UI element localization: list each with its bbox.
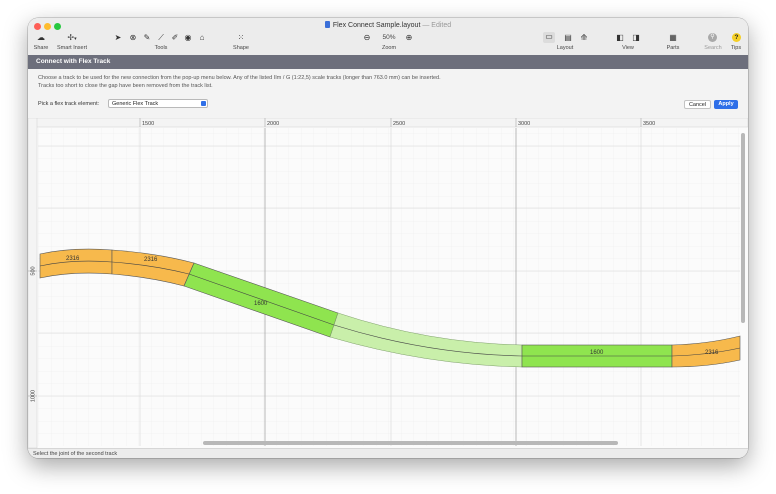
eye-tool-icon[interactable]: ◉ — [184, 33, 192, 42]
apply-button[interactable]: Apply — [714, 100, 738, 109]
zoom-in-icon[interactable]: ⊕ — [405, 33, 413, 42]
chevron-updown-icon — [201, 101, 206, 106]
track-label: 2316 — [144, 257, 158, 263]
track-segment[interactable] — [39, 248, 113, 279]
ruler-label-x: 2500 — [393, 121, 405, 127]
pen-tool-icon[interactable]: ✐ — [171, 33, 179, 42]
horizontal-scrollbar[interactable] — [203, 441, 618, 445]
share-label: Share — [33, 45, 49, 51]
vertical-scrollbar[interactable] — [741, 133, 745, 323]
tools-label: Tools — [154, 45, 168, 51]
flex-track-select[interactable]: Generic Flex Track — [108, 99, 208, 108]
zoom-label: Zoom — [381, 45, 397, 51]
line-tool-icon[interactable]: ⟋ — [157, 33, 165, 42]
smart-insert-icon[interactable]: ✢▾ — [64, 33, 80, 44]
smart-insert-label: Smart Insert — [57, 45, 87, 51]
info-line-2: Tracks too short to close the gap have b… — [38, 83, 213, 89]
document-icon — [324, 21, 330, 28]
ruler-label-x: 1500 — [142, 121, 154, 127]
parts-icon[interactable]: ▦ — [668, 33, 678, 42]
toolbar: Flex Connect Sample.layout — Edited ☁ Sh… — [28, 18, 748, 56]
select-value: Generic Flex Track — [112, 101, 159, 107]
view-label: View — [622, 45, 634, 51]
pick-label: Pick a flex track element: — [38, 101, 100, 107]
info-line-1: Choose a track to be used for the new co… — [38, 75, 441, 81]
building-tool-icon[interactable]: ⌂ — [198, 33, 206, 42]
zoom-out-icon[interactable]: ⊖ — [363, 33, 371, 42]
panel-info: Choose a track to be used for the new co… — [38, 74, 738, 90]
search-icon[interactable]: ⚲ — [708, 33, 717, 42]
status-bar: Select the joint of the second track — [28, 448, 748, 458]
track-label: 2316 — [66, 256, 80, 262]
track-label: 1600 — [254, 301, 268, 307]
window-title: Flex Connect Sample.layout — Edited — [28, 21, 748, 29]
right-sidebar-icon[interactable]: ◨ — [631, 33, 641, 42]
tips-label: Tips — [730, 45, 742, 51]
panel-title: Connect with Flex Track — [28, 55, 748, 69]
ruler-label-x: 2000 — [267, 121, 279, 127]
layout-view-1-icon[interactable]: ▭ — [543, 32, 555, 43]
track-tool-icon[interactable]: ✎ — [143, 33, 151, 42]
ruler-label-x: 3500 — [643, 121, 655, 127]
delete-tool-icon[interactable]: ⊗ — [129, 33, 137, 42]
ruler-label-y: 500 — [31, 266, 37, 275]
left-sidebar-icon[interactable]: ◧ — [615, 33, 625, 42]
app-window: Flex Connect Sample.layout — Edited ☁ Sh… — [28, 18, 748, 458]
layout-label: Layout — [556, 45, 574, 51]
track-label: 2316 — [705, 350, 719, 356]
horizontal-ruler — [28, 118, 748, 128]
ruler-label-y: 1000 — [31, 390, 37, 402]
zoom-value: 50% — [382, 34, 396, 41]
track-label: 1600 — [590, 350, 604, 356]
parts-label: Parts — [666, 45, 680, 51]
cloud-upload-icon[interactable]: ☁ — [36, 33, 46, 42]
shape-label: Shape — [233, 45, 249, 51]
ruler-label-x: 3000 — [518, 121, 530, 127]
cancel-button[interactable]: Cancel — [684, 100, 711, 109]
minor-grid — [38, 128, 740, 446]
layout-3d-icon[interactable]: ⟰ — [579, 33, 589, 42]
layout-view-2-icon[interactable]: ▤ — [563, 33, 573, 42]
search-label: Search — [704, 45, 722, 51]
tips-icon[interactable]: ? — [732, 33, 741, 42]
layout-canvas[interactable]: 1500 2000 2500 3000 3500 500 1000 2316 2… — [28, 118, 748, 448]
pointer-tool-icon[interactable]: ➤ — [114, 33, 122, 42]
shape-icon[interactable]: ⁙ — [235, 33, 247, 42]
